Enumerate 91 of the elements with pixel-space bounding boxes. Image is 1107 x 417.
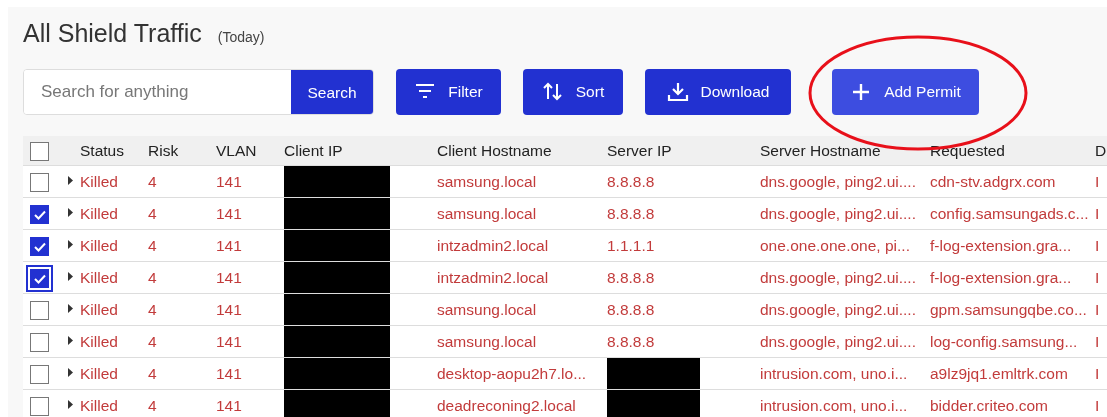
- checkbox[interactable]: [30, 365, 49, 385]
- table-cell: f-log-extension.gra...: [930, 268, 1072, 286]
- download-icon: [666, 81, 689, 102]
- checkbox[interactable]: [30, 173, 49, 193]
- checkmark-icon: [33, 273, 46, 284]
- expand-arrow-icon[interactable]: [68, 304, 73, 314]
- table-cell: dns.google, ping2.ui....: [760, 172, 916, 190]
- table-cell: 141: [216, 236, 242, 254]
- table-cell: a9lz9jq1.emltrk.com: [930, 364, 1068, 382]
- table-cell: samsung.local: [437, 300, 537, 318]
- table-cell: dns.google, ping2.ui....: [760, 268, 916, 286]
- table-cell: log-config.samsung...: [930, 332, 1078, 350]
- status-text: Killed: [80, 332, 118, 350]
- expand-arrow-icon[interactable]: [68, 240, 73, 250]
- table-cell: deadreconing2.local: [437, 396, 576, 414]
- table-cell: 141: [216, 268, 242, 286]
- expand-arrow-icon[interactable]: [68, 272, 73, 282]
- table-cell: cdn-stv.adgrx.com: [930, 172, 1056, 190]
- status-text: Killed: [80, 268, 118, 286]
- date-range-label: (Today): [217, 29, 265, 45]
- table-cell: I: [1095, 268, 1100, 286]
- status-text: Killed: [80, 300, 118, 318]
- checkbox[interactable]: [30, 142, 49, 162]
- status-text: Killed: [80, 364, 118, 382]
- table-cell: I: [1095, 172, 1100, 190]
- expand-arrow-icon[interactable]: [68, 400, 73, 410]
- checkmark-icon: [33, 209, 46, 220]
- table-cell: I: [1095, 364, 1100, 382]
- expand-arrow-icon[interactable]: [68, 368, 73, 378]
- table-cell: 4: [148, 172, 157, 190]
- table-cell: I: [1095, 236, 1100, 254]
- table-cell: 4: [148, 236, 157, 254]
- checkmark-icon: [33, 241, 46, 252]
- table-cell: 141: [216, 364, 242, 382]
- table-cell: 141: [216, 172, 242, 190]
- search-button[interactable]: Search: [291, 69, 373, 114]
- status-text: Killed: [80, 236, 118, 254]
- table-cell: bidder.criteo.com: [930, 396, 1049, 414]
- table-cell: samsung.local: [437, 332, 537, 350]
- table-cell: 8.8.8.8: [607, 268, 655, 286]
- checkbox[interactable]: [30, 237, 49, 257]
- table-cell: f-log-extension.gra...: [930, 236, 1072, 254]
- table-cell: intrusion.com, uno.i...: [760, 396, 908, 414]
- table-cell: 4: [148, 396, 157, 414]
- expand-arrow-icon[interactable]: [68, 208, 73, 218]
- table-cell: 8.8.8.8: [607, 300, 655, 318]
- table-cell: 4: [148, 364, 157, 382]
- table-cell: config.samsungads.c...: [930, 204, 1089, 222]
- table-cell: intzadmin2.local: [437, 236, 549, 254]
- table-cell: 141: [216, 396, 242, 414]
- table-cell: I: [1095, 396, 1100, 414]
- status-text: Killed: [80, 396, 118, 414]
- table-cell: 1.1.1.1: [607, 236, 655, 254]
- table-cell: gpm.samsungqbe.co...: [930, 300, 1087, 318]
- table-cell: samsung.local: [437, 172, 537, 190]
- table-cell: 8.8.8.8: [607, 204, 655, 222]
- table-cell: dns.google, ping2.ui....: [760, 204, 916, 222]
- table-cell: one.one.one.one, pi...: [760, 236, 910, 254]
- table-cell: dns.google, ping2.ui....: [760, 332, 916, 350]
- table-cell: 141: [216, 332, 242, 350]
- table-cell: intrusion.com, uno.i...: [760, 364, 908, 382]
- table-cell: 4: [148, 300, 157, 318]
- checkbox[interactable]: [30, 333, 49, 353]
- table-cell: dns.google, ping2.ui....: [760, 300, 916, 318]
- table-cell: 141: [216, 204, 242, 222]
- table-cell: I: [1095, 332, 1100, 350]
- table-cell: 8.8.8.8: [607, 172, 655, 190]
- page-title: All Shield Traffic: [23, 19, 202, 47]
- table-cell: intzadmin2.local: [437, 268, 549, 286]
- sort-icon: [541, 81, 564, 102]
- sort-button[interactable]: Sort: [523, 68, 623, 115]
- checkbox[interactable]: [30, 205, 49, 225]
- table-cell: 4: [148, 332, 157, 350]
- add-permit-button[interactable]: Add Permit: [832, 68, 979, 115]
- table-cell: 4: [148, 204, 157, 222]
- expand-arrow-icon[interactable]: [68, 336, 73, 346]
- table-cell: 4: [148, 268, 157, 286]
- table-cell: 8.8.8.8: [607, 332, 655, 350]
- download-button[interactable]: Download: [645, 68, 791, 115]
- status-text: Killed: [80, 172, 118, 190]
- checkbox[interactable]: [30, 397, 49, 417]
- filter-button[interactable]: Filter: [396, 68, 501, 115]
- status-text: Killed: [80, 204, 118, 222]
- expand-arrow-icon[interactable]: [68, 176, 73, 186]
- table-cell: 141: [216, 300, 242, 318]
- table-cell: samsung.local: [437, 204, 537, 222]
- table-cell: desktop-aopu2h7.lo...: [437, 364, 587, 382]
- checkbox[interactable]: [30, 301, 49, 321]
- table-cell: I: [1095, 204, 1100, 222]
- search-field[interactable]: Search for anything Search: [23, 68, 374, 115]
- table-cell: I: [1095, 300, 1100, 318]
